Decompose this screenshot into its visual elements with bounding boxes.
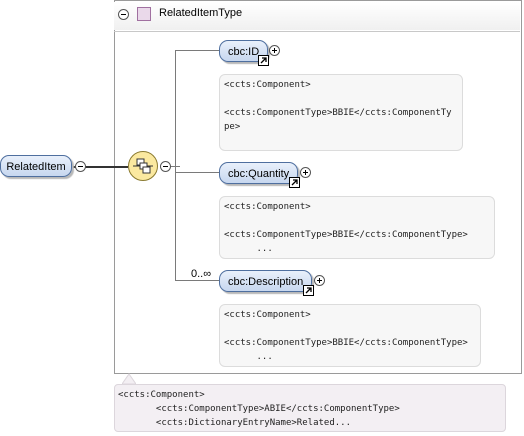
collapse-root-button[interactable] (75, 161, 86, 172)
branch-line-id (175, 50, 219, 51)
documentation-box-description: <ccts:Component> <ccts:ComponentType>BBI… (219, 304, 481, 367)
documentation-box-quantity: <ccts:Component> <ccts:ComponentType>BBI… (219, 196, 495, 259)
collapse-sequence-button[interactable] (160, 161, 171, 172)
doc-line: <ccts:ComponentType>BBIE</ccts:Component… (224, 108, 452, 118)
reference-arrow-icon (289, 177, 300, 188)
doc-line: <ccts:DictionaryEntryName>Related... (118, 418, 351, 428)
documentation-box-id: <ccts:Component> <ccts:ComponentType>BBI… (219, 74, 463, 151)
expand-quantity-button[interactable] (300, 167, 311, 178)
sequence-vertical-line (175, 50, 176, 280)
occurrence-label: 0..∞ (191, 268, 212, 280)
reference-arrow-icon (258, 55, 269, 66)
sequence-compositor-icon[interactable] (128, 151, 158, 181)
doc-line: <ccts:Component> (224, 310, 311, 320)
expand-id-button[interactable] (269, 45, 280, 56)
doc-line: <ccts:Component> (224, 202, 311, 212)
complex-type-label: RelatedItemType (159, 7, 243, 19)
doc-line: <ccts:Component> (224, 80, 311, 90)
element-cbc-description[interactable]: cbc:Description (219, 270, 313, 292)
doc-line: ... (224, 352, 273, 362)
doc-line: <ccts:ComponentType>BBIE</ccts:Component… (224, 338, 468, 348)
reference-arrow-icon (303, 285, 314, 296)
doc-line: <ccts:ComponentType>ABIE</ccts:Component… (118, 404, 400, 414)
doc-line: <ccts:Component> (118, 390, 205, 400)
branch-line-quantity (175, 172, 219, 173)
doc-line: pe> (224, 122, 241, 132)
doc-line: ... (224, 244, 273, 254)
element-cbc-quantity[interactable]: cbc:Quantity (219, 162, 299, 184)
collapse-type-button[interactable] (118, 9, 129, 20)
complex-type-divider (114, 31, 520, 32)
expand-description-button[interactable] (314, 275, 325, 286)
complex-type-icon (137, 7, 151, 21)
complex-type-documentation: <ccts:Component> <ccts:ComponentType>ABI… (114, 384, 506, 432)
root-element-relateditem[interactable]: RelatedItem (0, 155, 72, 177)
doc-line: <ccts:ComponentType>BBIE</ccts:Component… (224, 230, 468, 240)
branch-line-description (175, 280, 219, 281)
